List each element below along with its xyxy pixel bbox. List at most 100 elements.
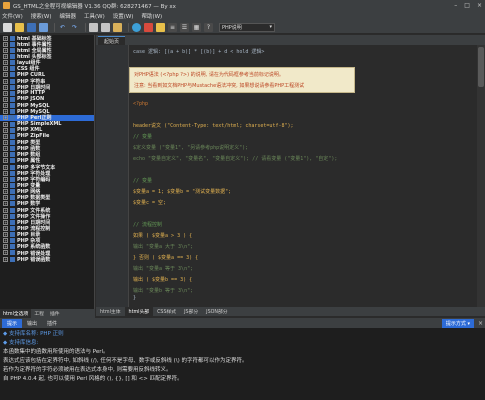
undo-icon[interactable]: ↶	[58, 23, 67, 32]
book-icon	[10, 84, 15, 90]
title-bar: GS_HTML之全程可视编辑器 V1.36 QQ群: 628271467 — B…	[0, 0, 485, 11]
grid-icon[interactable]: ▦	[192, 22, 201, 32]
expand-icon[interactable]: +	[3, 103, 8, 109]
open-folder-icon[interactable]	[15, 22, 24, 32]
book-icon	[10, 139, 15, 145]
tab-json[interactable]: JSON部分	[202, 307, 231, 316]
expand-icon[interactable]: +	[3, 219, 8, 225]
expand-icon[interactable]: +	[3, 96, 8, 102]
expand-icon[interactable]: +	[3, 158, 8, 164]
settings-icon[interactable]: ≡	[168, 22, 177, 32]
expand-icon[interactable]: +	[3, 170, 8, 176]
expand-icon[interactable]: +	[3, 90, 8, 96]
tab-js[interactable]: JS部分	[180, 307, 202, 316]
code-line: // 变量	[133, 134, 153, 140]
expand-icon[interactable]: +	[3, 78, 8, 84]
redo-icon[interactable]: ↷	[70, 23, 79, 32]
expand-icon[interactable]: +	[3, 41, 8, 47]
expand-icon[interactable]: +	[3, 152, 8, 158]
output-line: 表达式应该包括在定界符中, 如斜线 (/), 任何不是字母、数字或反斜线 (\)…	[3, 357, 248, 364]
expand-icon[interactable]: +	[3, 195, 8, 201]
expand-icon[interactable]: +	[3, 232, 8, 238]
tab-html-options[interactable]: html全选项	[0, 309, 32, 318]
book-icon	[10, 201, 15, 207]
save-all-icon[interactable]	[39, 22, 48, 32]
list-icon[interactable]: ☰	[180, 22, 189, 32]
new-file-icon[interactable]	[3, 22, 12, 32]
expand-icon[interactable]: +	[3, 139, 8, 145]
expand-icon[interactable]: +	[3, 66, 8, 72]
preview-icon[interactable]	[132, 22, 141, 32]
book-icon	[10, 164, 15, 170]
expand-icon[interactable]: +	[3, 109, 8, 115]
expand-icon[interactable]: +	[3, 72, 8, 78]
expand-icon[interactable]: +	[3, 256, 8, 262]
help-icon[interactable]: ?	[204, 22, 213, 32]
code-line: $变量c = 空;	[133, 200, 167, 206]
expand-icon[interactable]: +	[3, 244, 8, 250]
tree-item[interactable]: + PHP 错误函数	[0, 256, 94, 263]
tab-output[interactable]: 输出	[22, 319, 42, 328]
menu-tools[interactable]: 工具(W)	[84, 12, 105, 20]
expand-icon[interactable]: +	[3, 189, 8, 195]
expand-icon[interactable]: +	[3, 176, 8, 182]
expand-icon[interactable]: +	[3, 213, 8, 219]
book-icon	[10, 152, 15, 158]
run-icon[interactable]	[144, 22, 153, 32]
expand-icon[interactable]: +	[3, 35, 8, 41]
output-line: 本函数集中的函数用所使用的语法与 Perl。	[3, 348, 109, 355]
book-icon	[10, 158, 15, 164]
menu-search[interactable]: 搜索(W)	[31, 12, 52, 20]
expand-icon[interactable]: +	[3, 207, 8, 213]
tree-item-label: PHP SimpleXML	[17, 121, 62, 128]
minimize-icon[interactable]: –	[454, 2, 457, 9]
expand-icon[interactable]: +	[3, 47, 8, 53]
tab-plugins[interactable]: 插件	[47, 309, 63, 318]
expand-icon[interactable]: +	[3, 201, 8, 207]
expand-icon[interactable]: +	[3, 250, 8, 256]
book-icon	[10, 189, 15, 195]
tab-hint[interactable]: 提示	[2, 318, 23, 328]
paste-icon[interactable]	[113, 22, 122, 32]
tab-html-body[interactable]: html主体	[96, 307, 125, 316]
cut-icon[interactable]	[89, 22, 98, 32]
toolbar: ↶ ↷ ≡ ☰ ▦ ? PHP说明 ▾	[0, 21, 485, 34]
scrollbar-thumb[interactable]	[478, 47, 484, 87]
expand-icon[interactable]: +	[3, 127, 8, 133]
vertical-scrollbar[interactable]	[477, 45, 485, 307]
tab-project[interactable]: 工程	[31, 309, 47, 318]
expand-icon[interactable]: +	[3, 53, 8, 59]
expand-icon[interactable]: +	[3, 225, 8, 231]
close-icon[interactable]: ×	[477, 2, 482, 9]
expand-icon[interactable]: +	[3, 164, 8, 170]
book-icon	[10, 225, 15, 231]
code-line: }	[133, 295, 137, 301]
expand-icon[interactable]: +	[3, 115, 8, 121]
format-icon[interactable]	[156, 22, 165, 32]
expand-icon[interactable]: +	[3, 133, 8, 139]
language-select[interactable]: PHP说明 ▾	[219, 22, 275, 32]
tab-start-page[interactable]: 起始页	[98, 36, 126, 45]
menu-file[interactable]: 文件(W)	[2, 12, 23, 20]
app-icon	[3, 2, 10, 9]
save-icon[interactable]	[27, 22, 36, 32]
book-icon	[10, 207, 15, 213]
book-icon	[10, 127, 15, 133]
tab-html-head[interactable]: html头部	[124, 307, 154, 316]
expand-icon[interactable]: +	[3, 60, 8, 66]
expand-icon[interactable]: +	[3, 121, 8, 127]
menu-editor[interactable]: 编辑器	[59, 12, 76, 20]
expand-icon[interactable]: +	[3, 238, 8, 244]
tab-css[interactable]: CSS样式	[153, 307, 180, 316]
menu-settings[interactable]: 设置(W)	[113, 12, 134, 20]
tree-item-label: PHP JSON	[17, 96, 45, 103]
expand-icon[interactable]: +	[3, 84, 8, 90]
maximize-icon[interactable]: □	[464, 2, 470, 9]
hint-mode-dropdown[interactable]: 提示方式 ▾	[441, 318, 474, 328]
menu-help[interactable]: 帮助(W)	[141, 12, 162, 20]
tab-output-plugins[interactable]: 插件	[42, 319, 62, 328]
close-icon[interactable]: ×	[478, 320, 483, 327]
expand-icon[interactable]: +	[3, 182, 8, 188]
expand-icon[interactable]: +	[3, 146, 8, 152]
copy-icon[interactable]	[101, 22, 110, 32]
